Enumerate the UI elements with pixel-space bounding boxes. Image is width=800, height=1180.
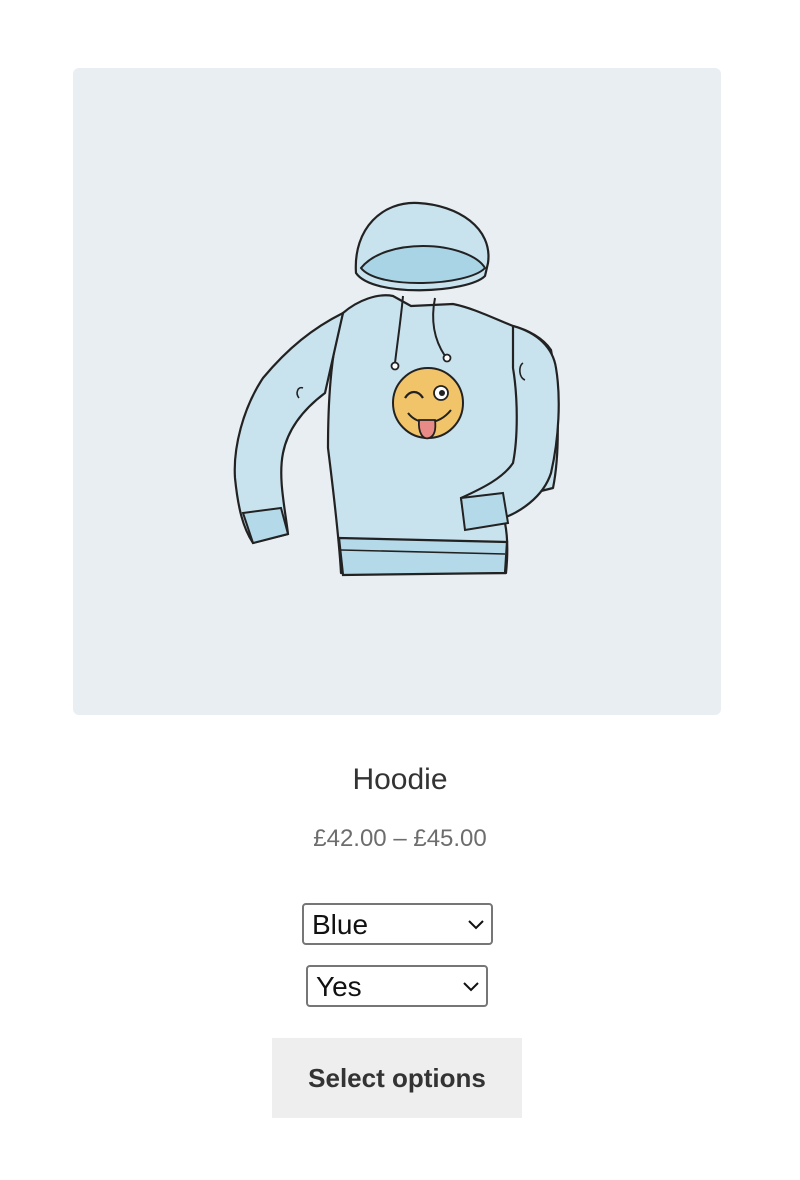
product-title[interactable]: Hoodie bbox=[0, 760, 800, 800]
product-price: £42.00 – £45.00 bbox=[313, 825, 487, 852]
select-options-button[interactable]: Select options bbox=[272, 1038, 522, 1118]
color-select-value: Blue bbox=[312, 909, 369, 940]
product-card: Hoodie £42.00 – £45.00 Blue Yes Select o… bbox=[0, 0, 800, 1180]
color-select[interactable]: Blue bbox=[302, 903, 493, 945]
chevron-down-icon bbox=[468, 920, 484, 930]
logo-select-value: Yes bbox=[316, 971, 362, 1002]
product-image[interactable] bbox=[73, 68, 721, 715]
logo-select[interactable]: Yes bbox=[306, 965, 488, 1007]
hoodie-illustration bbox=[233, 201, 560, 577]
chevron-down-icon bbox=[463, 982, 479, 992]
